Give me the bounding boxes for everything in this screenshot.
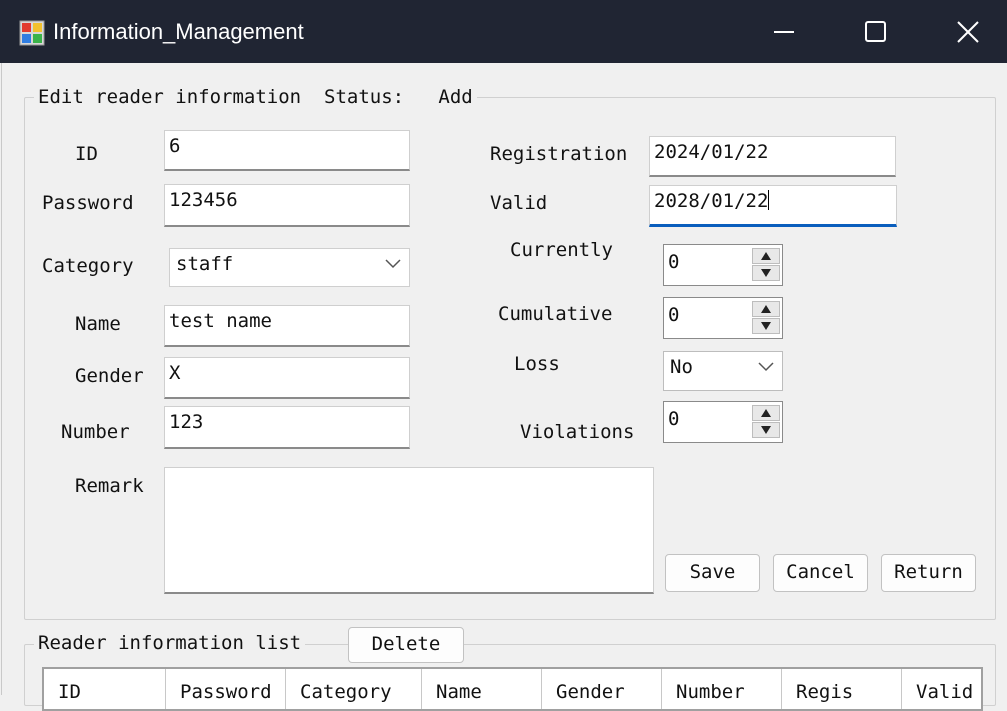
valid-input-value: 2028/01/22 (654, 190, 769, 212)
status-label: Status: (324, 86, 405, 108)
close-icon[interactable] (948, 14, 988, 52)
triangle-down-icon (761, 322, 771, 330)
id-label: ID (75, 143, 98, 165)
maximize-icon[interactable] (855, 14, 895, 52)
currently-down-button[interactable] (752, 265, 780, 281)
violations-down-button[interactable] (752, 422, 780, 438)
return-button[interactable]: Return (881, 554, 976, 592)
category-label: Category (42, 255, 134, 277)
status-value: Add (438, 86, 473, 108)
cancel-button[interactable]: Cancel (773, 554, 868, 592)
violations-label: Violations (520, 421, 635, 443)
cumulative-down-button[interactable] (752, 318, 780, 334)
triangle-down-icon (761, 269, 771, 277)
loss-label: Loss (514, 353, 560, 375)
cumulative-value: 0 (668, 304, 680, 326)
column-header[interactable]: Valid (902, 669, 981, 709)
id-input[interactable]: 6 (164, 130, 410, 171)
currently-value: 0 (668, 251, 680, 273)
triangle-up-icon (761, 305, 771, 313)
window-title: Information_Management (53, 19, 304, 44)
registration-input[interactable]: 2024/01/22 (649, 136, 896, 177)
violations-up-button[interactable] (752, 405, 780, 421)
category-select-value: staff (176, 253, 234, 275)
number-input[interactable]: 123 (164, 406, 410, 449)
column-header[interactable]: Name (422, 669, 542, 709)
remark-textarea[interactable] (164, 467, 654, 594)
cumulative-label: Cumulative (498, 303, 613, 325)
column-header[interactable]: Number (662, 669, 782, 709)
cumulative-stepper[interactable]: 0 (663, 297, 783, 339)
password-label: Password (42, 192, 134, 214)
reader-table[interactable]: ID Password Category Name Gender Number … (42, 667, 983, 711)
triangle-up-icon (761, 409, 771, 417)
gender-input[interactable]: X (164, 357, 410, 399)
violations-value: 0 (668, 408, 680, 430)
currently-label: Currently (510, 239, 613, 261)
cumulative-up-button[interactable] (752, 301, 780, 317)
column-header[interactable]: Gender (542, 669, 662, 709)
violations-stepper[interactable]: 0 (663, 401, 783, 443)
edit-group-title: Edit reader information Status: Add (34, 86, 477, 108)
delete-button[interactable]: Delete (348, 627, 464, 663)
remark-label: Remark (75, 475, 144, 497)
app-icon (19, 20, 45, 46)
currently-up-button[interactable] (752, 248, 780, 264)
valid-label: Valid (490, 192, 548, 214)
loss-select-value: No (670, 356, 693, 378)
registration-label: Registration (490, 143, 628, 165)
list-group-title: Reader information list (34, 632, 306, 654)
valid-input[interactable]: 2028/01/22 (649, 185, 897, 227)
column-header[interactable]: ID (44, 669, 166, 709)
loss-select[interactable]: No (663, 351, 783, 391)
column-header[interactable]: Password (166, 669, 286, 709)
triangle-up-icon (761, 252, 771, 260)
column-header[interactable]: Category (286, 669, 422, 709)
number-label: Number (61, 421, 130, 443)
password-input[interactable]: 123456 (164, 184, 410, 227)
name-input[interactable]: test name (164, 305, 410, 347)
category-select[interactable]: staff (169, 248, 410, 287)
currently-stepper[interactable]: 0 (663, 244, 783, 286)
triangle-down-icon (761, 426, 771, 434)
column-header[interactable]: Regis (782, 669, 902, 709)
save-button[interactable]: Save (665, 554, 760, 592)
name-label: Name (75, 313, 121, 335)
text-caret (768, 190, 770, 210)
gender-label: Gender (75, 365, 144, 387)
minimize-icon[interactable] (764, 14, 804, 52)
chevron-down-icon (385, 259, 401, 269)
title-bar[interactable]: Information_Management (0, 0, 1007, 63)
chevron-down-icon (758, 362, 774, 372)
